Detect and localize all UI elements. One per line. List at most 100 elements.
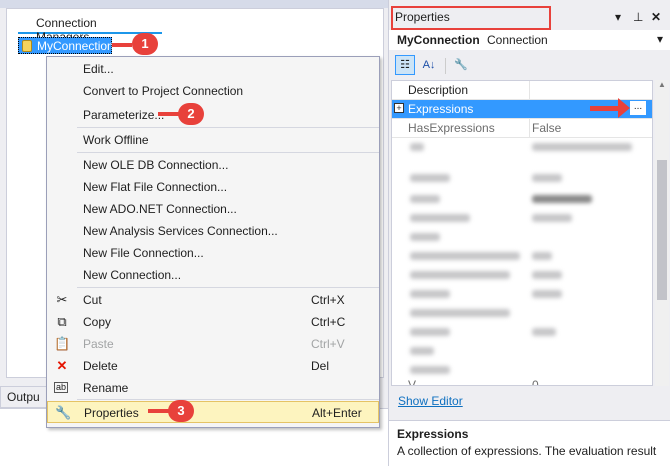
menu-item-edit[interactable]: Edit... (47, 58, 379, 80)
property-value: 0 (532, 378, 539, 386)
property-name: V (408, 378, 417, 386)
blurred-row (532, 195, 592, 203)
menu-item-new-flat-file-connection[interactable]: New Flat File Connection... (47, 176, 379, 198)
blurred-row (410, 233, 440, 241)
connection-item-myconnection[interactable]: MyConnection (18, 37, 114, 54)
blurred-row (532, 143, 632, 151)
menu-item-label: Convert to Project Connection (83, 84, 244, 98)
property-row-description[interactable]: Description (392, 81, 652, 100)
blurred-row (410, 366, 450, 374)
blurred-row (410, 271, 510, 279)
menu-item-label: Delete (83, 359, 118, 373)
properties-title: Properties (395, 10, 450, 24)
chevron-down-icon[interactable]: ▾ (657, 32, 663, 46)
callout-2: 2 (178, 103, 204, 125)
tab-connection-managers[interactable]: Connection Managers (18, 14, 162, 44)
menu-item-label: New OLE DB Connection... (83, 158, 229, 172)
expressions-ellipsis-button[interactable]: ... (629, 100, 647, 116)
annotation-arrow (590, 106, 620, 111)
property-row-partial[interactable]: V 0 (392, 376, 652, 386)
object-name: MyConnection (397, 33, 480, 47)
menu-item-label: Parameterize... (83, 108, 165, 122)
callout-arrow-1 (112, 43, 132, 47)
menu-item-parameterize[interactable]: Parameterize... (47, 104, 379, 126)
menu-separator (77, 287, 379, 288)
menu-item-label: Properties (84, 406, 139, 420)
menu-item-new-ado-net-connection[interactable]: New ADO.NET Connection... (47, 198, 379, 220)
menu-item-work-offline[interactable]: Work Offline (47, 129, 379, 151)
menu-item-new-analysis-services-connection[interactable]: New Analysis Services Connection... (47, 220, 379, 242)
object-selector[interactable]: MyConnection Connection ▾ (389, 30, 670, 50)
alphabetical-icon[interactable]: A↓ (419, 55, 439, 75)
property-name: Description (408, 83, 469, 97)
blurred-row (532, 252, 552, 260)
blurred-row (410, 195, 440, 203)
menu-item-delete[interactable]: ✕ Delete Del (47, 355, 379, 377)
blurred-row (532, 174, 562, 182)
menu-item-new-connection[interactable]: New Connection... (47, 264, 379, 286)
scroll-up-icon[interactable]: ▲ (655, 80, 669, 89)
menu-item-label: New Flat File Connection... (83, 180, 228, 194)
property-row-hasexpressions[interactable]: HasExpressions False (392, 119, 652, 138)
menu-item-properties[interactable]: 🔧 Properties Alt+Enter (47, 401, 379, 423)
menu-item-new-ole-db-connection[interactable]: New OLE DB Connection... (47, 154, 379, 176)
callout-3: 3 (168, 400, 194, 422)
callout-arrow-3 (148, 409, 170, 413)
menu-item-new-file-connection[interactable]: New File Connection... (47, 242, 379, 264)
menu-item-paste[interactable]: 📋 Paste Ctrl+V (47, 333, 379, 355)
blurred-row (410, 347, 434, 355)
description-text: A collection of expressions. The evaluat… (397, 444, 657, 458)
blurred-row (532, 328, 556, 336)
dropdown-icon[interactable]: ▾ (615, 10, 621, 24)
menu-item-label: Cut (83, 293, 102, 307)
rename-icon: ab (54, 382, 68, 393)
menu-item-label: New Analysis Services Connection... (83, 224, 278, 238)
blurred-row (410, 214, 470, 222)
callout-1: 1 (132, 33, 158, 55)
blurred-row (410, 328, 450, 336)
properties-panel: Properties ▾ ⊥ ✕ MyConnection Connection… (388, 0, 670, 466)
menu-separator (77, 127, 379, 128)
menu-item-convert-to-project-connection[interactable]: Convert to Project Connection (47, 80, 379, 102)
context-menu: Edit... Convert to Project Connection Pa… (46, 56, 380, 428)
menu-item-rename[interactable]: ab Rename (47, 377, 379, 399)
properties-toolbar: ☷ A↓ 🔧 (389, 52, 670, 78)
blurred-row (410, 309, 510, 317)
annotation-arrow-head (618, 98, 630, 118)
show-editor-link[interactable]: Show Editor (398, 394, 463, 408)
wrench-icon[interactable]: 🔧 (451, 55, 471, 75)
grid-divider (529, 81, 530, 100)
description-title: Expressions (397, 427, 469, 441)
blurred-row (532, 271, 562, 279)
menu-item-label: Rename (83, 381, 129, 395)
menu-item-label: Paste (83, 337, 114, 351)
menu-item-cut[interactable]: ✂ Cut Ctrl+X (47, 289, 379, 311)
object-type: Connection (487, 33, 548, 47)
pin-icon[interactable]: ⊥ (633, 10, 643, 24)
menu-item-shortcut: Alt+Enter (312, 406, 362, 420)
scissors-icon: ✂ (56, 292, 68, 307)
menu-separator (77, 152, 379, 153)
menu-item-label: New File Connection... (83, 246, 204, 260)
property-grid: Description + Expressions HasExpressions… (391, 80, 653, 386)
menu-item-label: New ADO.NET Connection... (83, 202, 237, 216)
blurred-row (410, 174, 450, 182)
blurred-row (410, 290, 450, 298)
scrollbar-thumb[interactable] (657, 160, 667, 300)
copy-icon: ⧉ (57, 314, 67, 329)
menu-item-copy[interactable]: ⧉ Copy Ctrl+C (47, 311, 379, 333)
connection-icon (22, 40, 32, 52)
connection-item-label: MyConnection (37, 39, 114, 53)
menu-item-shortcut: Ctrl+X (311, 293, 345, 307)
blurred-row (410, 252, 520, 260)
property-name: HasExpressions (408, 121, 495, 135)
menu-item-label: Work Offline (83, 133, 149, 147)
menu-item-label: Edit... (83, 62, 114, 76)
expand-icon[interactable]: + (394, 103, 404, 113)
tab-output[interactable]: Outpu (0, 386, 48, 408)
property-name: Expressions (408, 102, 474, 116)
categorized-icon[interactable]: ☷ (395, 55, 415, 75)
delete-icon: ✕ (56, 358, 68, 373)
blurred-row (532, 214, 572, 222)
close-icon[interactable]: ✕ (651, 10, 661, 24)
